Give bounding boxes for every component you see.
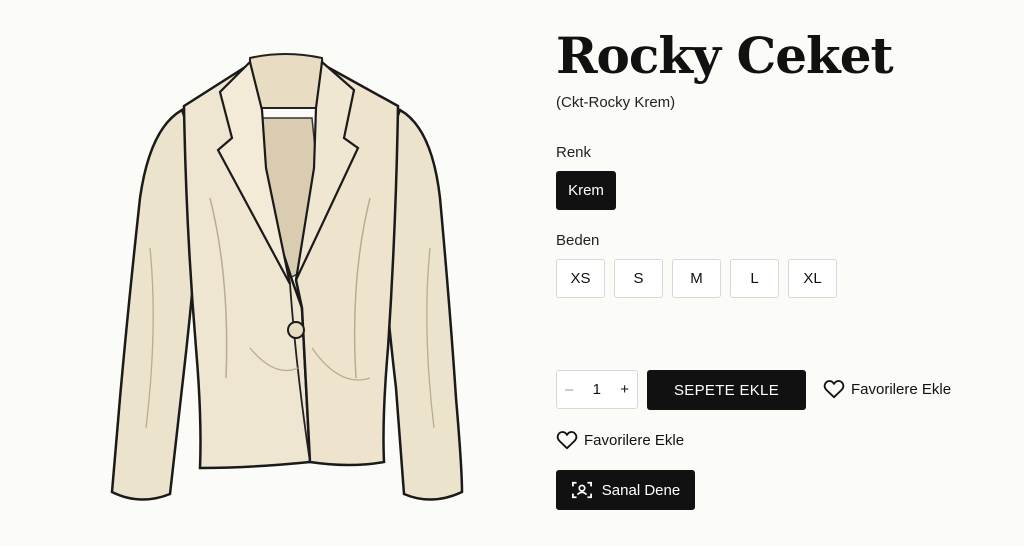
size-option-xl[interactable]: XL <box>788 259 837 298</box>
color-option-krem[interactable]: Krem <box>556 171 616 210</box>
size-option-m[interactable]: M <box>672 259 721 298</box>
size-option-xs[interactable]: XS <box>556 259 605 298</box>
favorites-label: Favorilere Ekle <box>584 431 685 449</box>
product-sku: (Ckt-Rocky Krem) <box>556 94 676 111</box>
scan-icon <box>571 481 592 499</box>
color-label: Renk <box>556 144 592 161</box>
virtual-try-on-button[interactable]: Sanal Dene <box>556 470 695 510</box>
heart-icon <box>823 380 845 399</box>
add-to-favorites-link[interactable]: Favorilere Ekle <box>556 430 684 450</box>
product-details: Rocky Ceket (Ckt-Rocky Krem) Renk Krem B… <box>556 0 1016 546</box>
size-option-l[interactable]: L <box>730 259 779 298</box>
virtual-try-on-label: Sanal Dene <box>601 481 681 499</box>
quantity-decrease-button[interactable]: – <box>565 381 573 398</box>
size-option-s[interactable]: S <box>614 259 663 298</box>
heart-icon <box>556 431 578 450</box>
favorites-label: Favorilere Ekle <box>851 380 952 398</box>
quantity-stepper: – 1 + <box>556 370 638 409</box>
add-to-favorites-inline[interactable]: Favorilere Ekle <box>823 379 951 399</box>
add-to-cart-button[interactable]: SEPETE EKLE <box>647 370 806 410</box>
size-options: XS S M L XL <box>556 259 837 298</box>
product-image <box>100 48 470 510</box>
quantity-value: 1 <box>592 381 601 398</box>
jacket-illustration <box>110 53 464 501</box>
quantity-increase-button[interactable]: + <box>620 381 629 398</box>
size-label: Beden <box>556 232 600 249</box>
product-title: Rocky Ceket <box>556 26 894 85</box>
